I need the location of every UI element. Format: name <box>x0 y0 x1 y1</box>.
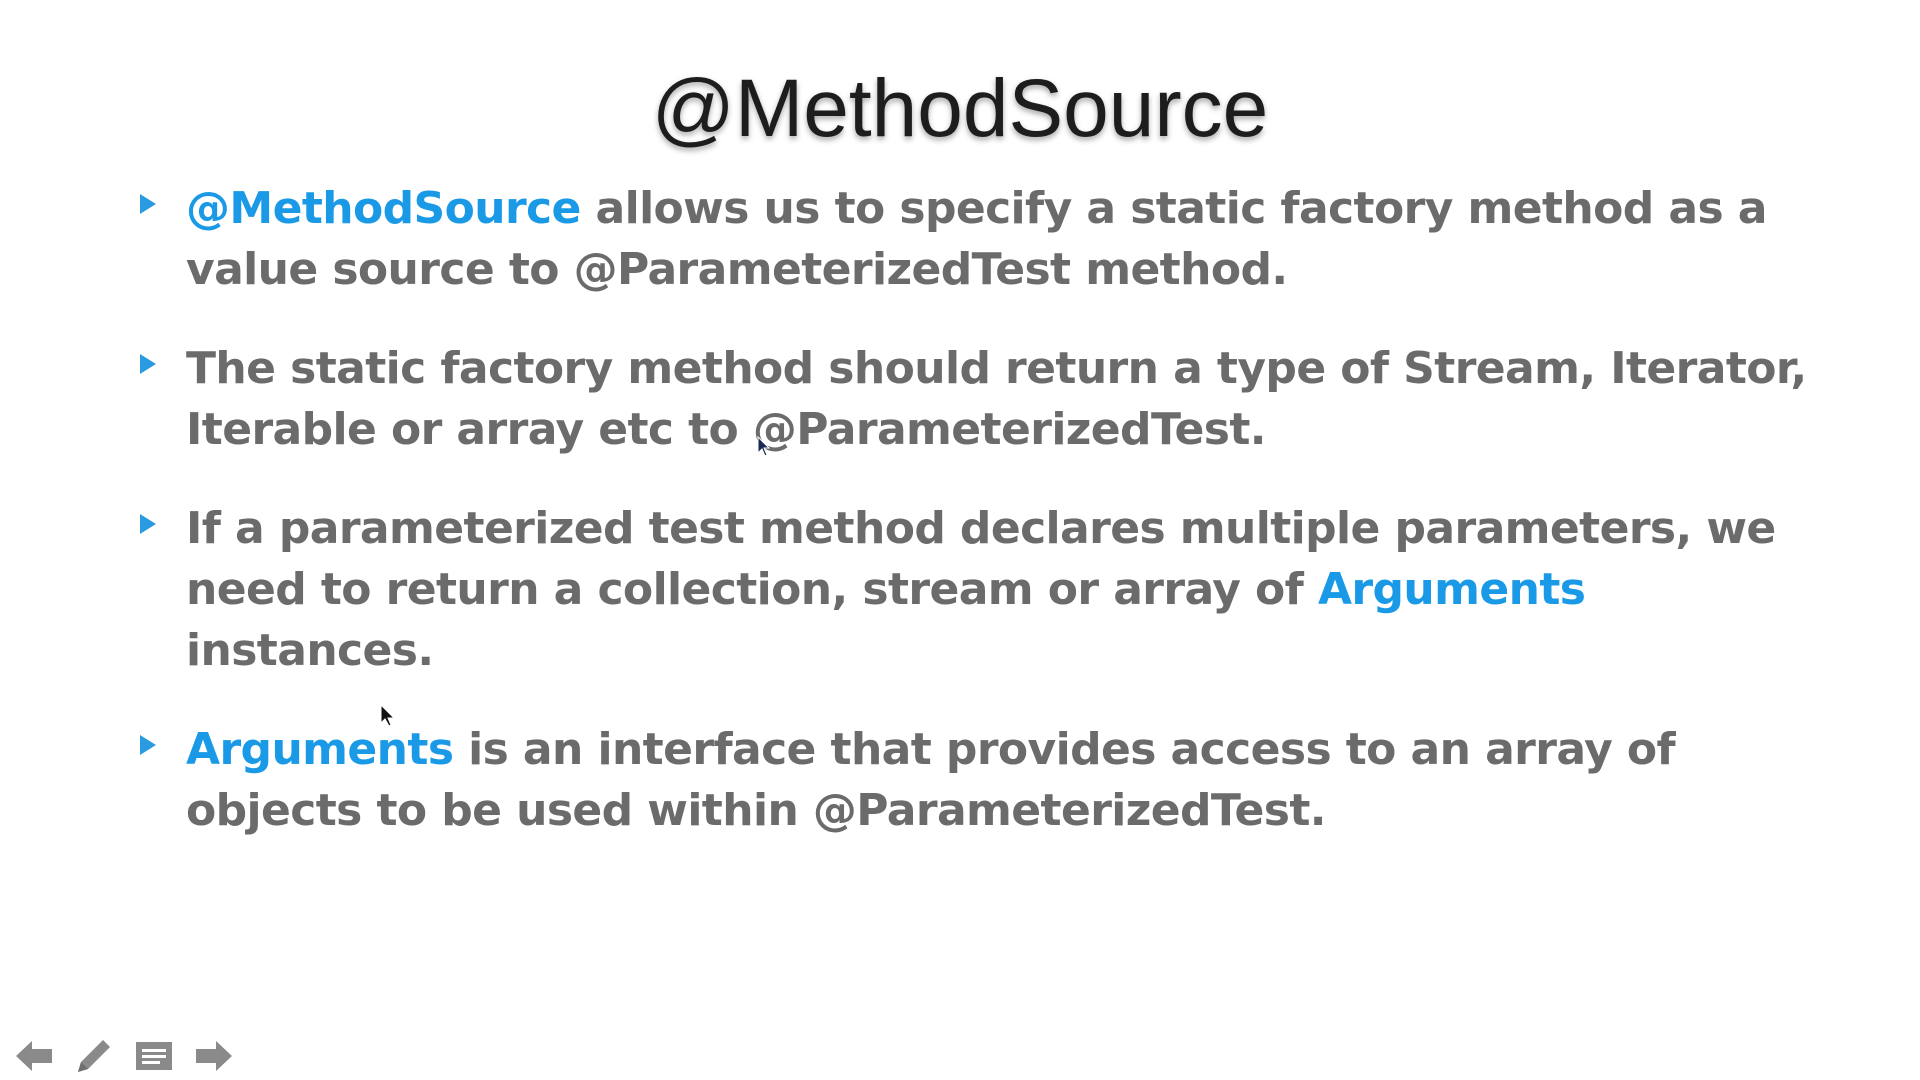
bullet-arrow-icon <box>140 354 156 374</box>
presentation-slide: @MethodSource @MethodSource allows us to… <box>0 0 1920 1080</box>
bullet-text-highlight: Arguments <box>186 724 454 775</box>
pen-tool-button[interactable] <box>70 1034 118 1078</box>
bullet-arrow-icon <box>140 735 156 755</box>
arrow-right-icon <box>196 1041 232 1071</box>
bullet-arrow-icon <box>140 514 156 534</box>
slide-title: @MethodSource <box>651 63 1269 154</box>
bullet-arrow-icon <box>140 194 156 214</box>
mouse-cursor-icon <box>757 436 771 457</box>
bullet-text-highlight: Arguments <box>1317 564 1586 615</box>
pencil-icon <box>78 1040 110 1072</box>
bullet-list: @MethodSource allows us to specify a sta… <box>134 178 1834 879</box>
bullet-item: @MethodSource allows us to specify a sta… <box>134 178 1834 300</box>
slide-toolbar <box>10 1034 238 1078</box>
menu-icon <box>136 1042 172 1070</box>
slide-menu-button[interactable] <box>130 1034 178 1078</box>
bullet-text: The static factory method should return … <box>186 343 1807 455</box>
bullet-text: instances. <box>186 625 434 676</box>
previous-slide-button[interactable] <box>10 1034 58 1078</box>
bullet-item: Arguments is an interface that provides … <box>134 719 1834 841</box>
bullet-item: The static factory method should return … <box>134 338 1834 460</box>
bullet-text-highlight: @MethodSource <box>186 183 581 234</box>
mouse-cursor-icon <box>380 704 396 727</box>
next-slide-button[interactable] <box>190 1034 238 1078</box>
arrow-left-icon <box>16 1041 52 1071</box>
bullet-item: If a parameterized test method declares … <box>134 498 1834 681</box>
